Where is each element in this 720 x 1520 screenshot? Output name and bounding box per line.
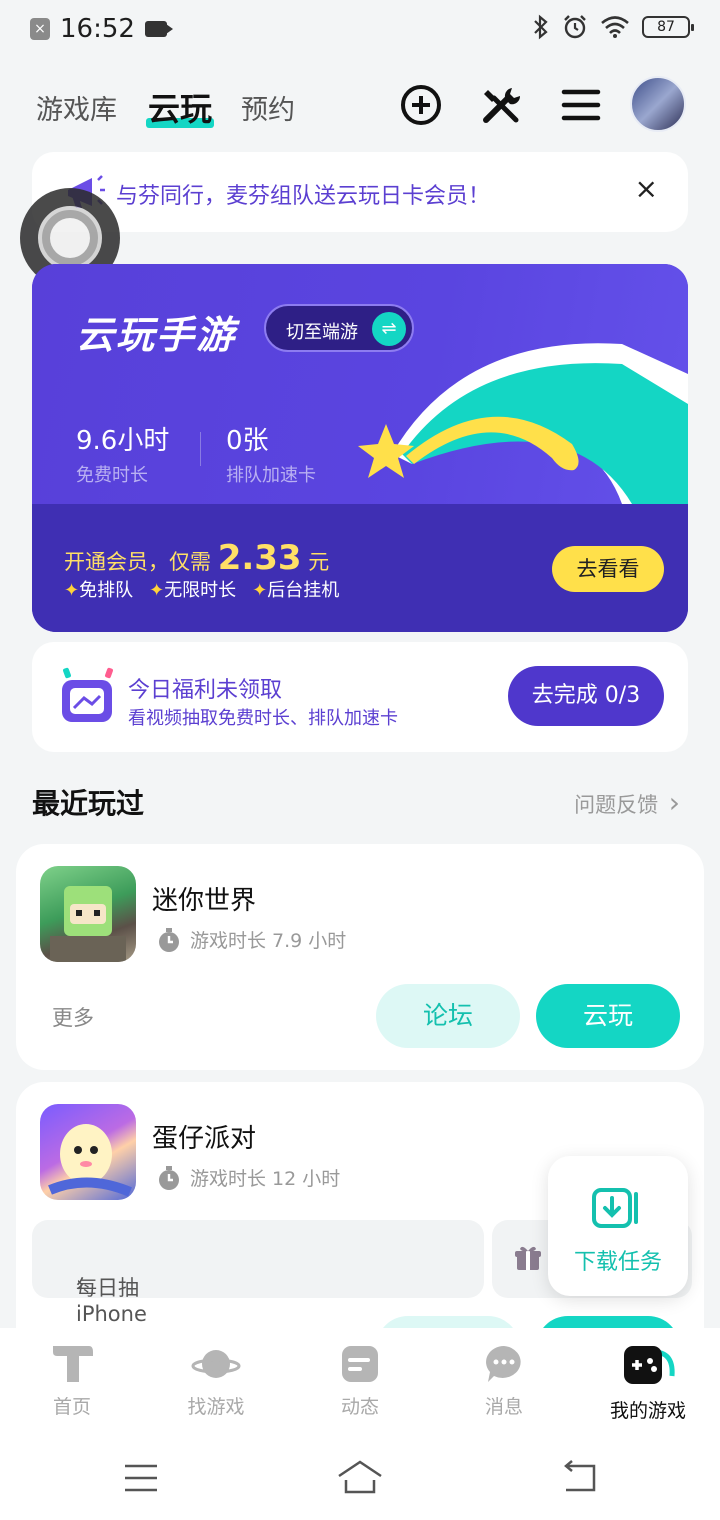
download-task-label: 下载任务 bbox=[573, 1250, 662, 1275]
nav-label: 找游戏 bbox=[187, 1396, 245, 1418]
perk-list: ✦免排队 ✦无限时长 ✦后台挂机 bbox=[64, 576, 339, 602]
nav-label: 我的游戏 bbox=[609, 1400, 686, 1422]
event-banner[interactable]: 每日抽 iPhone › bbox=[32, 1220, 484, 1326]
playtime-text: 游戏时长 12 小时 bbox=[190, 1168, 341, 1190]
bottom-nav: 首页 找游戏 动态 消息 我的游戏 bbox=[0, 1328, 720, 1436]
game-name: 迷你世界 bbox=[152, 886, 257, 916]
battery-icon: 87 bbox=[642, 16, 694, 38]
bluetooth-icon bbox=[534, 14, 548, 40]
status-time: 16:52 bbox=[60, 14, 135, 44]
tab-cloud-play[interactable]: 云玩 bbox=[146, 84, 215, 130]
stat-value: 0张 bbox=[226, 426, 269, 456]
notification-icon: × bbox=[30, 18, 50, 40]
timer-icon bbox=[159, 1165, 179, 1190]
tab-reservation[interactable]: 预约 bbox=[241, 88, 295, 127]
home-button-icon[interactable] bbox=[336, 1458, 384, 1498]
user-avatar[interactable] bbox=[630, 76, 686, 132]
promo-notice[interactable]: 与芬同行，麦芬组队送云玩日卡会员！ × bbox=[32, 152, 688, 232]
nav-item-feed[interactable]: 动态 bbox=[300, 1342, 420, 1419]
star-icon: ✦ bbox=[149, 580, 165, 601]
star-icon: ✦ bbox=[64, 580, 80, 601]
promo-price: 2.33 bbox=[217, 538, 302, 578]
promo-suffix: 元 bbox=[308, 550, 330, 574]
playtime-text: 游戏时长 7.9 小时 bbox=[190, 930, 347, 952]
stat-queue-card: 0张 排队加速卡 bbox=[226, 420, 316, 487]
cloud-card-title: 云玩手游 bbox=[76, 313, 237, 357]
gamepad-icon bbox=[624, 1346, 675, 1384]
home-icon bbox=[53, 1346, 93, 1382]
notice-text: 与芬同行，麦芬组队送云玩日卡会员！ bbox=[116, 184, 491, 209]
stat-free-time: 9.6小时 免费时长 bbox=[76, 420, 169, 487]
wifi-icon bbox=[601, 16, 629, 38]
close-icon[interactable]: × bbox=[635, 172, 658, 205]
star-icon: ✦ bbox=[252, 580, 268, 601]
daily-welfare-card[interactable]: 今日福利未领取 看视频抽取免费时长、排队加速卡 去完成 0/3 bbox=[32, 642, 688, 752]
forum-button[interactable]: 论坛 bbox=[376, 984, 520, 1048]
stat-label: 排队加速卡 bbox=[226, 465, 316, 486]
game-playtime: 游戏时长 12 小时 bbox=[156, 1164, 340, 1191]
chat-icon bbox=[486, 1346, 521, 1382]
back-icon[interactable] bbox=[560, 1458, 600, 1498]
tab-game-library[interactable]: 游戏库 bbox=[36, 88, 117, 127]
game-art-eggy-party bbox=[48, 1124, 132, 1197]
alarm-icon bbox=[564, 15, 586, 39]
cloud-play-button[interactable]: 云玩 bbox=[536, 984, 680, 1048]
status-bar: × 16:52 87 bbox=[0, 0, 720, 58]
nav-label: 动态 bbox=[340, 1396, 379, 1418]
chevron-right-icon: › bbox=[668, 786, 680, 819]
feed-icon bbox=[342, 1346, 378, 1382]
system-nav-bar bbox=[0, 1436, 720, 1520]
game-card[interactable]: 迷你世界 游戏时长 7.9 小时 更多 论坛 云玩 bbox=[16, 844, 704, 1070]
tools-icon[interactable] bbox=[478, 82, 524, 128]
view-membership-button[interactable]: 去看看 bbox=[552, 546, 664, 592]
nav-item-discover[interactable]: 找游戏 bbox=[156, 1342, 276, 1419]
switch-to-pc-button[interactable]: 切至端游 ⇌ bbox=[264, 304, 414, 352]
timer-icon bbox=[159, 927, 179, 952]
feedback-label: 问题反馈 bbox=[574, 793, 659, 817]
game-icon bbox=[40, 866, 136, 962]
download-task-button[interactable]: 下载任务 bbox=[548, 1156, 688, 1296]
welfare-subtitle: 看视频抽取免费时长、排队加速卡 bbox=[128, 708, 398, 729]
planet-icon bbox=[191, 1350, 241, 1378]
add-circle-icon[interactable] bbox=[398, 82, 444, 128]
stat-value: 9.6小时 bbox=[76, 426, 170, 456]
more-button[interactable]: 更多 bbox=[52, 1002, 94, 1032]
download-icon bbox=[592, 1188, 638, 1228]
promo-prefix: 开通会员，仅需 bbox=[64, 550, 211, 574]
feedback-link[interactable]: 问题反馈 › bbox=[574, 786, 680, 819]
complete-task-button[interactable]: 去完成 0/3 bbox=[508, 666, 664, 726]
nav-item-messages[interactable]: 消息 bbox=[444, 1342, 564, 1419]
floating-ball-core bbox=[50, 218, 90, 258]
gift-icon bbox=[515, 1246, 541, 1270]
game-art-mini-world bbox=[50, 886, 126, 962]
chevron-right-icon: › bbox=[76, 1272, 85, 1296]
nav-label: 首页 bbox=[52, 1396, 91, 1418]
stat-divider bbox=[200, 432, 201, 466]
welfare-title: 今日福利未领取 bbox=[128, 678, 283, 703]
cloud-play-card: 云玩手游 切至端游 ⇌ 9.6小时 免费时长 0张 排队加速卡 开通会员，仅需 … bbox=[32, 264, 688, 632]
menu-icon[interactable] bbox=[558, 82, 604, 128]
perk-item: ✦无限时长 bbox=[149, 580, 237, 601]
game-playtime: 游戏时长 7.9 小时 bbox=[156, 926, 346, 953]
perk-item: ✦免排队 bbox=[64, 580, 134, 601]
nav-item-my-games[interactable]: 我的游戏 bbox=[588, 1342, 708, 1423]
recent-apps-icon[interactable] bbox=[122, 1458, 160, 1498]
nav-label: 消息 bbox=[484, 1396, 523, 1418]
video-icon bbox=[144, 21, 173, 37]
stat-label: 免费时长 bbox=[76, 465, 148, 486]
nav-item-home[interactable]: 首页 bbox=[12, 1342, 132, 1419]
game-icon bbox=[40, 1104, 136, 1200]
game-name: 蛋仔派对 bbox=[152, 1124, 257, 1154]
tab-cloud-play-label: 云玩 bbox=[148, 90, 213, 128]
top-nav: 游戏库 云玩 预约 bbox=[0, 70, 720, 142]
switch-label: 切至端游 bbox=[286, 322, 358, 343]
promo-text: 开通会员，仅需 2.33 元 bbox=[64, 538, 329, 578]
perk-item: ✦后台挂机 bbox=[252, 580, 340, 601]
video-reward-icon bbox=[62, 667, 113, 722]
section-title-recent: 最近玩过 bbox=[32, 787, 145, 820]
switch-arrows-icon: ⇌ bbox=[372, 312, 406, 346]
